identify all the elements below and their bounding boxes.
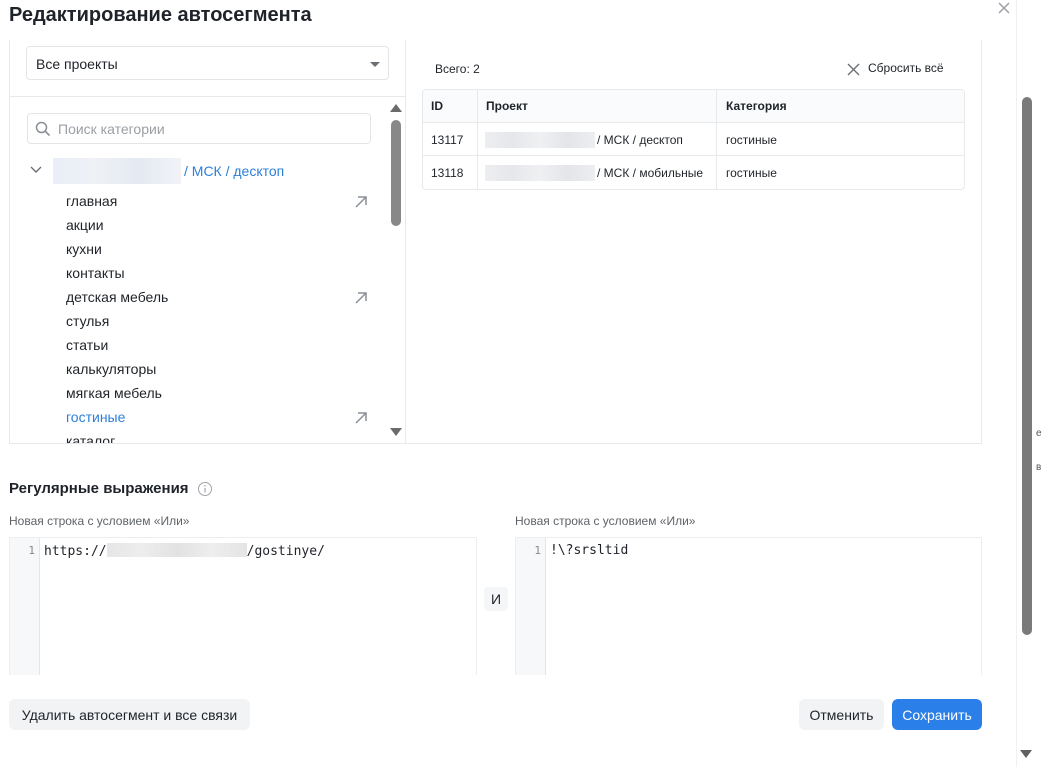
category-tree: / МСК / десктоп главная акции кухни конт…: [10, 97, 388, 443]
table-header: ID Проект Категория: [423, 90, 964, 123]
page-scrollbar-thumb[interactable]: [1022, 97, 1032, 635]
selection-table: ID Проект Категория 13117 / МСК / дескто…: [422, 89, 965, 190]
modal-title: Редактирование автосегмента: [9, 4, 312, 26]
redacted-project-name: [485, 132, 595, 148]
project-select[interactable]: Все проекты: [26, 46, 389, 80]
close-icon: [847, 63, 860, 76]
column-header-id: ID: [423, 90, 478, 122]
category-picker-panel: Все проекты / МСК / десктоп главная: [9, 40, 406, 444]
redacted-project-name: [53, 158, 181, 184]
category-item-glavnaya[interactable]: главная: [66, 193, 117, 209]
chevron-down-icon[interactable]: [30, 166, 42, 174]
column-header-category: Категория: [726, 99, 787, 113]
arrow-up-right-icon[interactable]: [354, 195, 368, 209]
category-item-aktsii[interactable]: акции: [66, 217, 104, 233]
cell-project: / МСК / мобильные: [478, 156, 717, 189]
arrow-up-right-icon[interactable]: [354, 411, 368, 425]
cell-category: гостиные: [726, 166, 777, 180]
category-item-kalkulyatory[interactable]: калькуляторы: [66, 361, 156, 377]
cell-project: / МСК / десктоп: [478, 123, 717, 155]
info-icon[interactable]: [197, 481, 213, 497]
save-button[interactable]: Сохранить: [892, 699, 982, 730]
category-item-detskaya-mebel[interactable]: детская мебель: [66, 289, 168, 305]
total-count: Всего: 2: [435, 62, 480, 76]
cancel-button[interactable]: Отменить: [799, 699, 884, 730]
line-number: 1: [28, 544, 35, 557]
tree-root-node[interactable]: / МСК / десктоп: [28, 158, 368, 184]
reset-all-label: Сбросить всё: [868, 61, 944, 75]
redacted-project-name: [485, 165, 595, 181]
delete-autosegment-button[interactable]: Удалить автосегмент и все связи: [9, 699, 250, 730]
category-item-stulya[interactable]: стулья: [66, 313, 109, 329]
category-item-kontakty[interactable]: контакты: [66, 265, 125, 281]
url-prefix: https://: [44, 544, 107, 559]
column-header-project: Проект: [478, 90, 717, 122]
category-item-kukhni[interactable]: кухни: [66, 241, 102, 257]
category-item-myagkaya-mebel[interactable]: мягкая мебель: [66, 385, 162, 401]
offscreen-text-fragment: е: [1036, 428, 1041, 439]
tree-root-path: / МСК / десктоп: [184, 163, 285, 179]
table-row[interactable]: 13118 / МСК / мобильные гостиные: [423, 156, 964, 189]
cell-project-path: / МСК / десктоп: [597, 133, 683, 147]
cell-project-path: / МСК / мобильные: [597, 166, 704, 180]
line-gutter: 1: [516, 538, 546, 675]
scroll-down-arrow[interactable]: [1020, 750, 1032, 758]
search-input[interactable]: [58, 119, 358, 139]
category-item-gostinye[interactable]: гостиные: [66, 409, 125, 425]
scrollbar-track: [1016, 0, 1017, 767]
left-regex-code[interactable]: https:// /gostinye/: [44, 543, 325, 559]
search-icon: [35, 121, 51, 137]
selected-categories-panel: Всего: 2 Сбросить всё ID Проект Категори…: [406, 40, 982, 444]
cell-category: гостиные: [726, 133, 777, 147]
chevron-down-icon: [370, 62, 380, 67]
category-search: [27, 113, 371, 144]
edit-autosegment-modal: Редактирование автосегмента Все проекты: [0, 0, 1041, 767]
line-number: 1: [534, 544, 541, 557]
table-row[interactable]: 13117 / МСК / десктоп гостиные: [423, 123, 964, 156]
offscreen-text-fragment: в: [1036, 462, 1041, 473]
right-regex-code[interactable]: !\?srsltid: [550, 543, 628, 558]
scroll-up-arrow[interactable]: [390, 104, 402, 112]
redacted-domain: [106, 543, 247, 557]
and-operator-badge: И: [484, 587, 508, 611]
url-suffix: /gostinye/: [246, 544, 325, 559]
project-select-value: Все проекты: [36, 56, 118, 72]
cell-id: 13118: [423, 156, 478, 189]
left-regex-editor[interactable]: 1 https:// /gostinye/: [9, 537, 477, 675]
line-gutter: 1: [10, 538, 40, 675]
category-item-katalog[interactable]: каталог: [66, 433, 115, 443]
right-regex-editor[interactable]: 1 !\?srsltid: [515, 537, 982, 675]
tree-scrollbar-thumb[interactable]: [391, 120, 401, 226]
regex-section-title: Регулярные выражения: [9, 480, 189, 497]
arrow-up-right-icon[interactable]: [354, 291, 368, 305]
right-regex-hint: Новая строка с условием «Или»: [515, 514, 696, 528]
left-regex-hint: Новая строка с условием «Или»: [9, 514, 190, 528]
close-icon[interactable]: [994, 0, 1014, 18]
scroll-down-arrow[interactable]: [390, 428, 402, 436]
cell-id: 13117: [423, 123, 478, 155]
page-scrollbar[interactable]: [1016, 0, 1041, 767]
category-item-stati[interactable]: статьи: [66, 337, 108, 353]
